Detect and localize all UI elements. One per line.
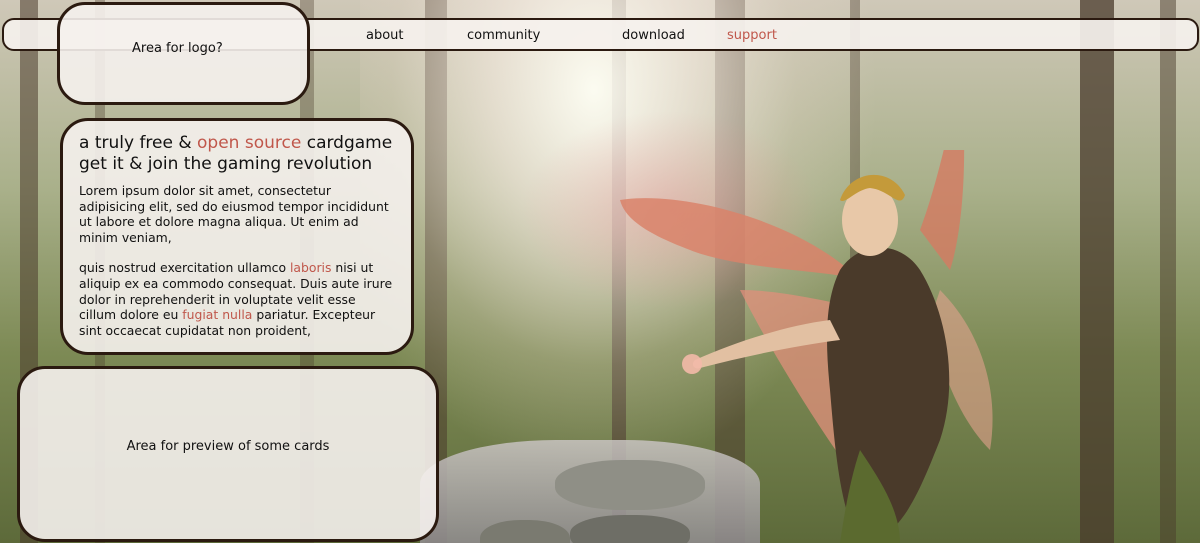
- intro-paragraph-2: quis nostrud exercitation ullamco labori…: [79, 260, 395, 338]
- headline-accent: open source: [197, 133, 302, 153]
- card-preview-area: Area for preview of some cards: [17, 366, 439, 542]
- paragraph-text: quis nostrud exercitation ullamco: [79, 260, 290, 276]
- laboris-link[interactable]: laboris: [290, 260, 331, 275]
- logo-area: Area for logo?: [57, 2, 310, 105]
- headline-line-2: get it & join the gaming revolution: [79, 154, 373, 174]
- nav-link-support[interactable]: support: [727, 28, 777, 43]
- headline-text-2: cardgame: [301, 133, 393, 153]
- headline-text-1: a truly free &: [79, 133, 198, 153]
- intro-paragraph-1: Lorem ipsum dolor sit amet, consectetur …: [79, 183, 389, 245]
- nav-link-about[interactable]: about: [366, 28, 404, 43]
- nav-link-download[interactable]: download: [622, 28, 685, 43]
- headline: a truly free & open source cardgame get i…: [79, 133, 395, 175]
- intro-panel: a truly free & open source cardgame get i…: [60, 118, 414, 355]
- card-preview-label: Area for preview of some cards: [126, 439, 330, 454]
- logo-area-label: Area for logo?: [132, 41, 223, 56]
- fugiat-nulla-link[interactable]: fugiat nulla: [182, 307, 252, 322]
- nav-link-community[interactable]: community: [467, 28, 540, 43]
- fairy-illustration: [620, 150, 993, 543]
